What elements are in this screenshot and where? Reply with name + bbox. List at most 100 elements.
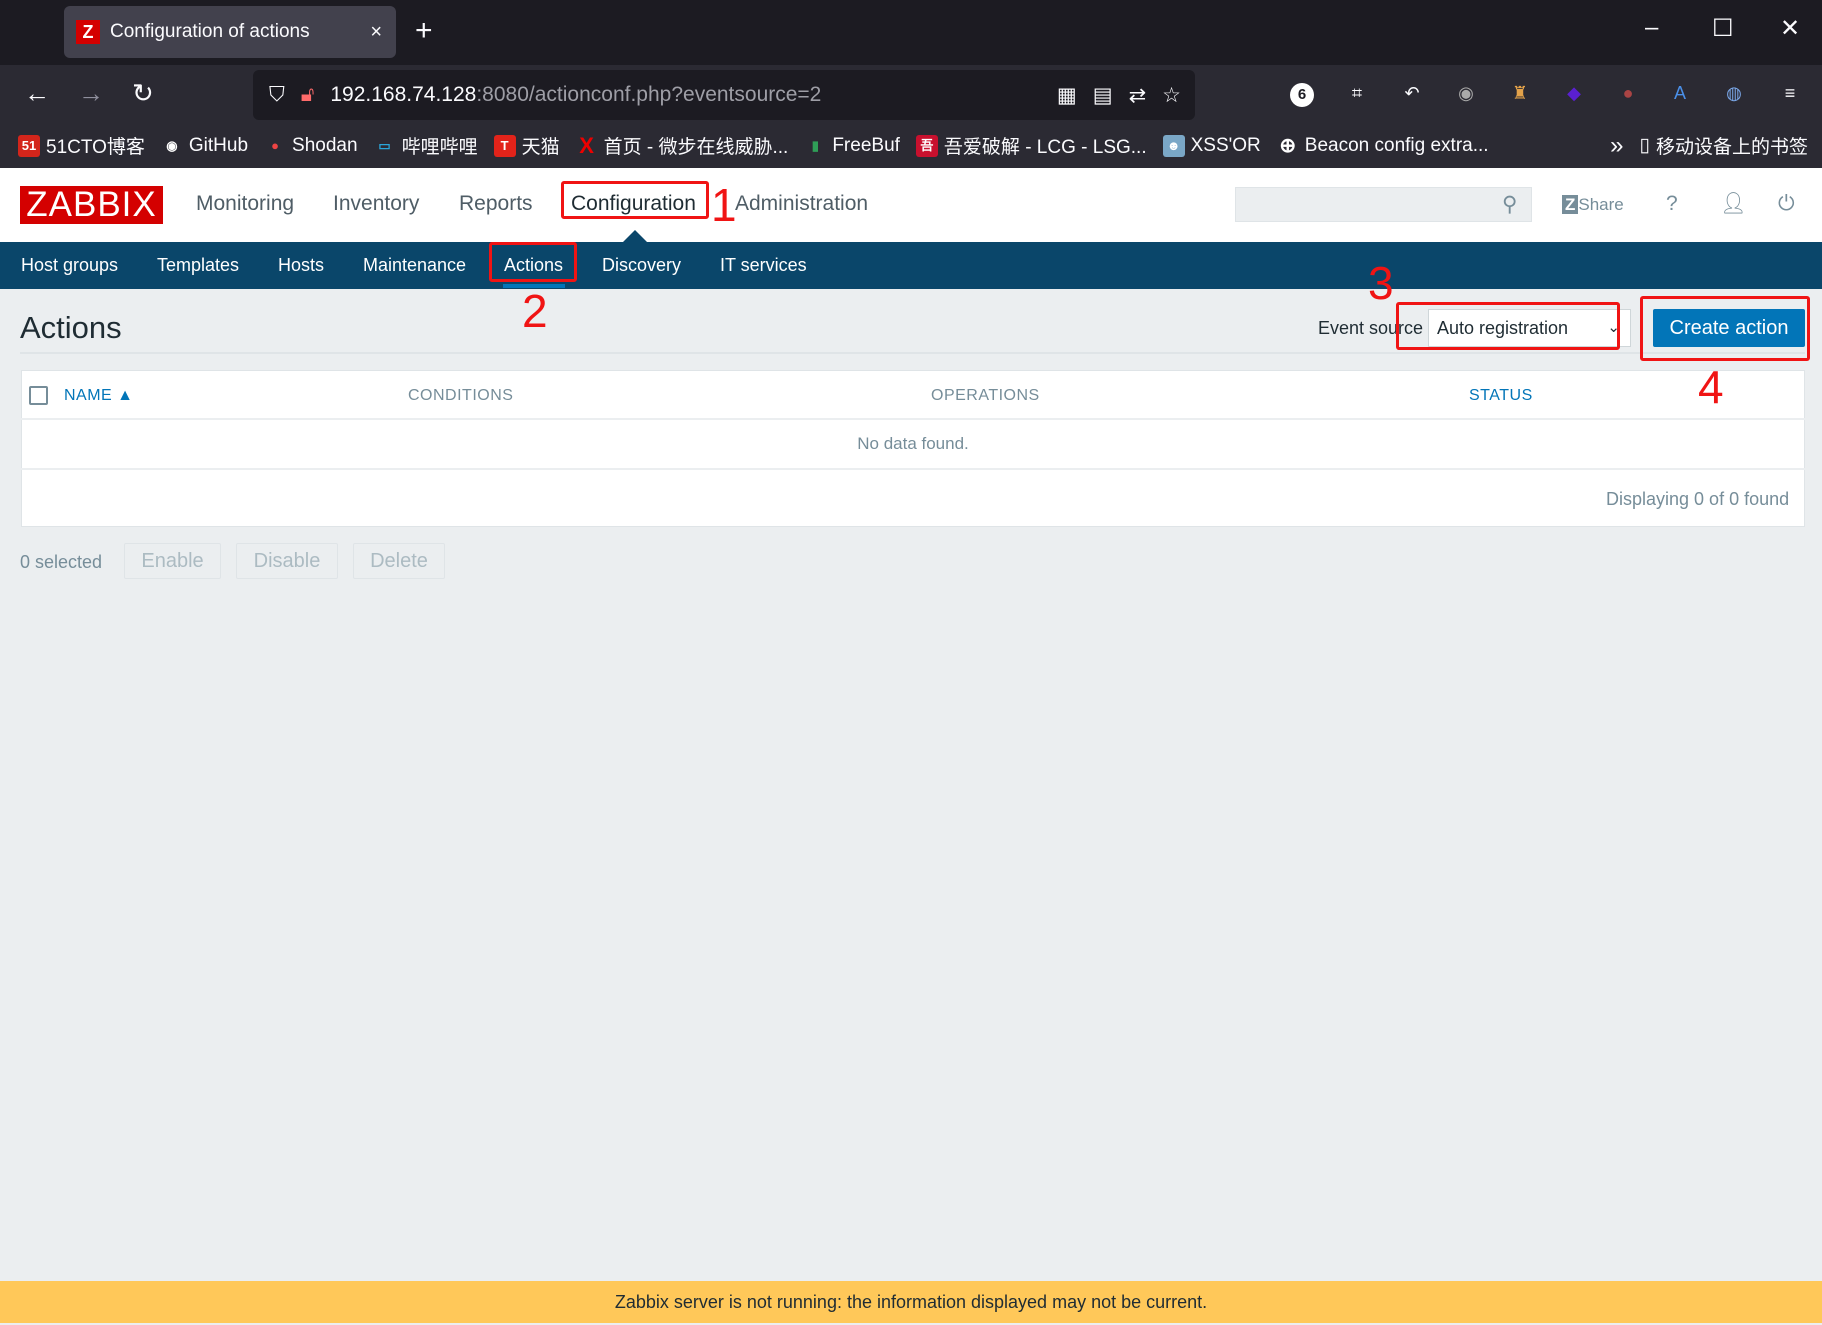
cookie-extension-icon[interactable]: ● [1616, 83, 1640, 107]
shield-icon: ⛉ [269, 83, 285, 106]
bookmark-label: 哔哩哔哩 [401, 137, 478, 158]
reload-icon[interactable]: ↻ [132, 78, 154, 109]
mobile-bookmarks[interactable]: ▯ 移动设备上的书签 [1640, 132, 1808, 159]
bookmark[interactable]: ⊕ Beacon config extra... [1277, 134, 1489, 157]
annotation-box-2 [489, 242, 577, 282]
help-icon[interactable]: ? [1666, 192, 1678, 216]
translate-icon[interactable]: ⇄ [1129, 83, 1147, 108]
undo-icon[interactable]: ↶ [1400, 83, 1424, 107]
bookmark-label: 51CTO博客 [46, 137, 145, 158]
zabbix-share-icon: Z [1562, 195, 1579, 214]
threatbook-icon: X [579, 132, 594, 158]
subnav-it-services[interactable]: IT services [720, 255, 807, 276]
diamond-extension-icon[interactable]: ◆ [1562, 83, 1586, 107]
bookmark[interactable]: T 天猫 [493, 132, 560, 159]
subnav-discovery[interactable]: Discovery [602, 255, 681, 276]
disable-button[interactable]: Disable [236, 543, 338, 579]
screenshot-icon[interactable]: ▤ [1093, 83, 1113, 108]
bookmark-label: XSS'OR [1190, 134, 1261, 156]
url-bar[interactable]: ⛉ 🔓︎ 192.168.74.128:8080/actionconf.php?… [253, 70, 1195, 120]
maximize-icon[interactable]: ☐ [1712, 14, 1734, 43]
server-warning-bar: Zabbix server is not running: the inform… [0, 1281, 1822, 1323]
annotation-box-4 [1640, 296, 1810, 361]
enable-button[interactable]: Enable [124, 543, 221, 579]
subnav-hosts[interactable]: Hosts [278, 255, 324, 276]
bookmark-star-icon[interactable]: ☆ [1162, 83, 1181, 108]
annotation-number-1: 1 [711, 179, 737, 231]
menu-monitoring[interactable]: Monitoring [196, 192, 294, 216]
annotation-box-3 [1396, 302, 1620, 350]
column-conditions: CONDITIONS [408, 387, 514, 404]
active-menu-caret [623, 230, 647, 242]
subnav-templates[interactable]: Templates [157, 255, 239, 276]
bookmark-label: 天猫 [521, 137, 560, 158]
bookmark[interactable]: ● Shodan [264, 135, 357, 157]
sign-out-icon[interactable]: ⏻ [1778, 192, 1795, 216]
menu-administration[interactable]: Administration [735, 192, 868, 216]
close-tab-icon[interactable]: × [370, 21, 382, 44]
subnav-maintenance[interactable]: Maintenance [363, 255, 466, 276]
globe-icon: ⊕ [1279, 134, 1297, 157]
back-icon[interactable]: ← [24, 78, 50, 109]
delete-button[interactable]: Delete [353, 543, 445, 579]
bookmarks-overflow-icon[interactable]: » [1610, 132, 1623, 160]
mobile-icon: ▯ [1639, 135, 1650, 156]
column-name-sort[interactable]: NAME ▲ [64, 387, 134, 405]
search-input[interactable] [1235, 187, 1532, 222]
translate-extension-icon[interactable]: A [1668, 83, 1692, 107]
bookmark[interactable]: ☻ XSS'OR [1162, 134, 1261, 157]
browser-tab[interactable]: Z Configuration of actions × [64, 6, 396, 58]
annotation-box-1 [561, 181, 709, 219]
bookmark[interactable]: 吾吾爱破解 - LCG - LSG... [915, 132, 1147, 159]
annotation-number-4: 4 [1698, 361, 1724, 413]
user-profile-icon[interactable]: 👤︎ [1720, 192, 1747, 216]
profile-extension-icon[interactable]: ◍ [1722, 83, 1746, 107]
bookmark-icon: 51 [18, 134, 40, 157]
app-menu-icon[interactable]: ≡ [1778, 83, 1802, 107]
share-link[interactable]: Z Share [1562, 195, 1624, 215]
freebuf-icon: ▮ [811, 137, 819, 153]
sub-navigation [0, 242, 1822, 289]
header-divider [20, 352, 1805, 354]
bookmark-label: Beacon config extra... [1304, 134, 1489, 156]
select-all-checkbox[interactable] [29, 386, 48, 405]
selected-count: 0 selected [20, 552, 103, 572]
row-divider [21, 468, 1805, 470]
bookmark[interactable]: ▭ 哔哩哔哩 [374, 132, 478, 159]
forward-icon[interactable]: → [78, 78, 104, 109]
extension-badge-icon[interactable]: 6 [1290, 83, 1314, 107]
insecure-lock-icon: 🔓︎ [300, 83, 315, 106]
xssor-icon: ☻ [1162, 134, 1185, 157]
bookmark-label: 吾爱破解 - LCG - LSG... [943, 137, 1147, 158]
52pojie-icon: 吾 [915, 134, 938, 157]
menu-reports[interactable]: Reports [459, 192, 533, 216]
tmall-icon: T [493, 134, 516, 157]
bookmark-label: GitHub [188, 134, 249, 156]
column-operations: OPERATIONS [931, 387, 1040, 404]
bookmark[interactable]: ◉ GitHub [161, 135, 248, 157]
new-tab-button[interactable]: + [415, 14, 433, 48]
bookmark-label: 移动设备上的书签 [1655, 137, 1808, 158]
minimize-icon[interactable]: – [1645, 14, 1658, 42]
subnav-host-groups[interactable]: Host groups [21, 255, 118, 276]
tab-title: Configuration of actions [110, 21, 310, 42]
github-icon: ◉ [166, 137, 178, 153]
row-divider [21, 418, 1805, 420]
no-data-message: No data found. [857, 434, 969, 453]
qr-code-icon[interactable]: ▦ [1057, 83, 1077, 108]
bookmark-label: FreeBuf [832, 134, 900, 156]
zabbix-logo[interactable]: ZABBIX [20, 185, 163, 224]
record-icon[interactable]: ◉ [1454, 83, 1478, 107]
annotation-number-2: 2 [522, 285, 548, 337]
bookmark[interactable]: X 首页 - 微步在线威胁... [576, 132, 789, 159]
spy-extension-icon[interactable]: ♜ [1508, 83, 1532, 107]
column-status-sort[interactable]: STATUS [1469, 387, 1533, 405]
bookmark[interactable]: ▮ FreeBuf [804, 135, 900, 157]
bilibili-icon: ▭ [378, 137, 391, 153]
crop-icon[interactable]: ⌗ [1345, 83, 1369, 107]
bookmark-label: 首页 - 微步在线威胁... [603, 137, 789, 158]
bookmark[interactable]: 51 51CTO博客 [18, 132, 145, 159]
close-window-icon[interactable]: ✕ [1780, 14, 1800, 43]
menu-inventory[interactable]: Inventory [333, 192, 419, 216]
search-icon[interactable]: ⚲ [1502, 192, 1517, 217]
